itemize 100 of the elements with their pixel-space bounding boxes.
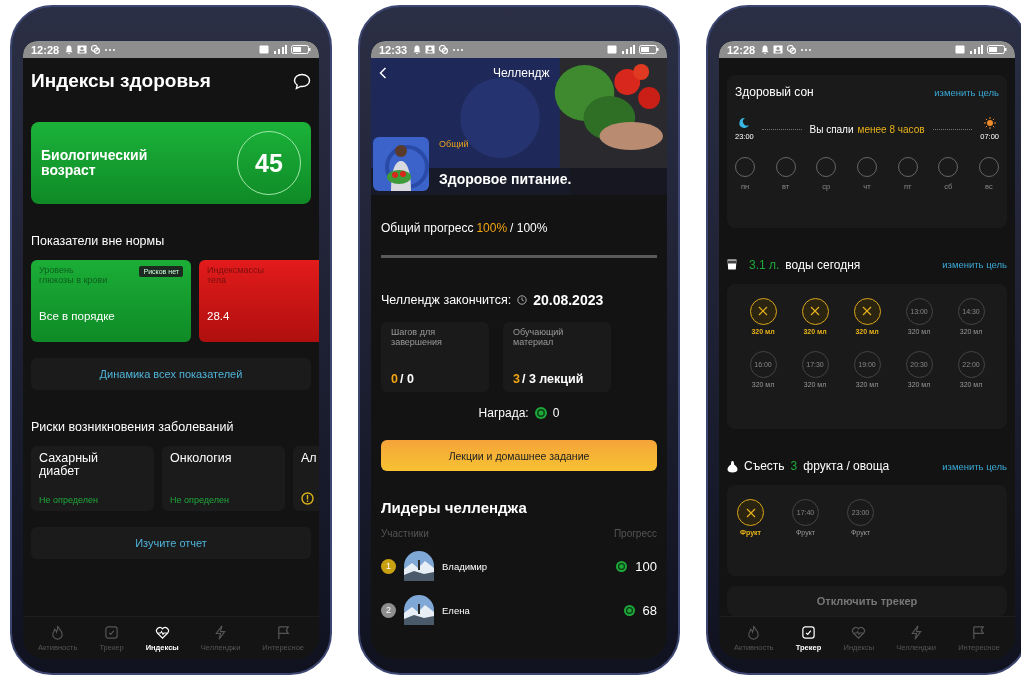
sim-icon [259, 45, 269, 54]
status-time: 12:28 [31, 43, 60, 56]
pear-icon [727, 459, 738, 473]
flag-icon [971, 624, 987, 640]
rank-badge: 1 [381, 558, 396, 574]
fruit-count: 3 [790, 459, 798, 474]
stat-label: Шагов для завершения [391, 328, 443, 348]
participant-name: Владимир [442, 560, 489, 572]
app-icon [787, 45, 797, 54]
more-icon [800, 47, 813, 52]
dynamics-button[interactable]: Динамика всех показателей [31, 358, 311, 390]
stat-done: 3 [513, 372, 520, 386]
contact-icon [425, 45, 436, 54]
battery-icon [639, 45, 659, 54]
contact-icon [773, 45, 784, 54]
indicator-value: Все в порядке [39, 310, 116, 322]
screen-title: Индексы здоровья [31, 70, 211, 92]
bell-icon [761, 45, 770, 54]
checkbox-icon [104, 624, 119, 640]
signal-icon [621, 45, 635, 54]
indicator-card[interactable]: Индексмассы тела 28.4 [199, 260, 319, 342]
progress-value: 100% [476, 221, 508, 235]
checkbox-icon [801, 624, 816, 640]
coin-icon [534, 407, 547, 419]
drink-button[interactable] [801, 297, 829, 325]
progress-total: / 100% [510, 221, 548, 235]
risk-card[interactable]: Онкология Не определен [162, 446, 285, 511]
lectures-button[interactable]: Лекции и домашнее задание [381, 440, 657, 471]
end-label: Челлендж закончится: [381, 293, 512, 307]
participant-name: Елена [442, 604, 471, 616]
clock-icon [517, 295, 528, 305]
moon-icon [738, 117, 751, 129]
drink-button[interactable] [853, 297, 881, 325]
battery-icon [987, 45, 1007, 54]
change-goal-link[interactable]: изменить цель [942, 460, 1007, 472]
risk-name: Онкология [170, 452, 232, 466]
bell-icon [413, 45, 422, 54]
participant-score: 68 [642, 602, 657, 618]
progress-label: Общий прогресс [381, 221, 474, 235]
status-time: 12:33 [379, 43, 408, 56]
heart-pulse-icon [154, 624, 170, 640]
sleep-duration: менее 8 часов [857, 123, 925, 135]
close-icon [745, 507, 756, 518]
close-icon [758, 306, 768, 317]
water-label: воды сегодня [785, 257, 861, 272]
close-icon [862, 306, 872, 317]
risk-status: Не определен [39, 495, 98, 505]
indicator-label: Индексмассы тела [207, 266, 265, 286]
section-title: Риски возникновения заболеваний [31, 420, 235, 434]
indicator-label: Уровень глюкозы в крови [39, 266, 109, 286]
sim-icon [955, 45, 965, 54]
warning-icon [301, 492, 314, 505]
app-icon [91, 45, 101, 54]
coin-icon [616, 560, 628, 572]
risk-status: Не определен [170, 495, 229, 505]
sleep-summary: Вы спали [809, 123, 854, 135]
more-icon [104, 47, 117, 52]
flame-icon [50, 624, 66, 640]
column-header: Прогресс [613, 528, 657, 539]
bell-icon [65, 45, 74, 54]
app-icon [439, 45, 449, 54]
signal-icon [969, 45, 983, 54]
glass-icon [727, 259, 737, 271]
fruit-label: Съесть [744, 459, 785, 474]
indicator-value: 28.4 [207, 310, 231, 322]
change-goal-link[interactable]: изменить цель [934, 86, 999, 98]
participant-score: 100 [635, 558, 657, 574]
change-goal-link[interactable]: изменить цель [942, 259, 1007, 271]
sim-icon [607, 45, 617, 54]
fruit-label: фрукта / овоща [803, 459, 890, 474]
signal-icon [273, 45, 287, 54]
report-button[interactable]: Изучите отчет [31, 527, 311, 559]
section-title: Лидеры челленджа [381, 499, 528, 516]
stat-total: / 3 лекций [521, 372, 584, 386]
coin-icon [623, 604, 635, 616]
contact-icon [77, 45, 88, 54]
heart-pulse-icon [851, 624, 867, 640]
fruit-button[interactable] [737, 499, 764, 527]
end-date: 20.08.2023 [533, 292, 604, 308]
water-amount: 3.1 л. [749, 257, 780, 272]
column-header: Участники [381, 528, 429, 539]
reward-value: 0 [552, 406, 560, 420]
reward-label: Награда: [478, 406, 529, 420]
close-icon [810, 306, 820, 317]
biological-age-card[interactable]: Биологический возраст 45 [31, 122, 311, 204]
risk-name: Ал [301, 452, 317, 466]
risk-card[interactable]: Ал [293, 446, 319, 511]
drink-button[interactable] [749, 297, 777, 325]
risk-card[interactable]: Сахарный диабет Не определен [31, 446, 154, 511]
chat-icon[interactable] [293, 72, 311, 90]
disable-tracker-button[interactable]: Отключить трекер [727, 586, 1007, 616]
stat-total: / 0 [399, 372, 414, 386]
section-title: Показатели вне нормы [31, 234, 166, 248]
risk-name: Сахарный диабет [39, 452, 99, 479]
status-time: 12:28 [727, 43, 756, 56]
flag-icon [275, 624, 291, 640]
card-title: Биологический возраст [41, 148, 149, 178]
stat-label: Обучающий материал [513, 328, 565, 348]
card-title: Здоровый сон [735, 85, 814, 99]
sun-icon [983, 117, 996, 129]
